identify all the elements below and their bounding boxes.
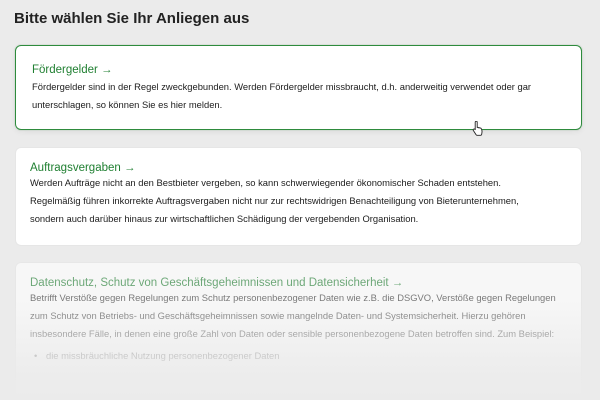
example-list: die missbräuchliche Nutzung personenbezo… xyxy=(30,347,567,365)
list-item: die missbräuchliche Nutzung personenbezo… xyxy=(30,347,567,365)
category-card-foerdergelder[interactable]: Fördergelder → Fördergelder sind in der … xyxy=(15,45,582,130)
card-description-datenschutz: Betrifft Verstöße gegen Regelungen zum S… xyxy=(30,292,556,339)
page-title: Bitte wählen Sie Ihr Anliegen aus xyxy=(14,10,250,27)
category-card-auftragsvergaben[interactable]: Auftragsvergaben → Werden Aufträge nicht… xyxy=(15,147,582,246)
card-title-foerdergelder[interactable]: Fördergelder → xyxy=(32,64,567,76)
card-description-line: Regelmäßig führen inkorrekte Auftragsver… xyxy=(30,195,519,206)
card-title-datenschutz[interactable]: Datenschutz, Schutz von Geschäftsgeheimn… xyxy=(30,277,567,289)
card-description-foerdergelder: Fördergelder sind in der Regel zweckgebu… xyxy=(32,81,532,110)
hand-pointer-cursor-icon xyxy=(472,121,483,136)
card-description-line: sondern auch darüber hinaus zur wirtscha… xyxy=(30,213,419,224)
card-description-line: Werden Aufträge nicht an den Bestbieter … xyxy=(30,177,501,188)
card-description-auftragsvergaben: Werden Aufträge nicht an den Bestbieter … xyxy=(30,174,567,228)
card-title-auftragsvergaben[interactable]: Auftragsvergaben → xyxy=(30,162,567,174)
category-card-datenschutz[interactable]: Datenschutz, Schutz von Geschäftsgeheimn… xyxy=(15,262,582,400)
